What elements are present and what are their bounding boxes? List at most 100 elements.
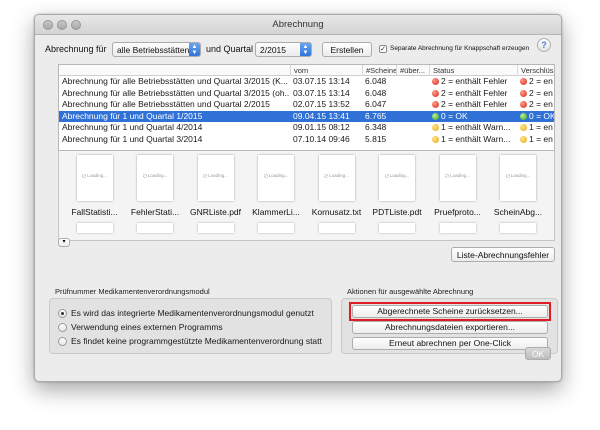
cell-verschluesselung: 1 = en <box>517 122 554 134</box>
cell-scheine: 6.048 <box>362 76 396 88</box>
table-row[interactable]: Abrechnung für 1 und Quartal 1/2015 09.04… <box>59 110 554 123</box>
radio-keine[interactable]: Es findet keine programmgestützte Medika… <box>58 336 322 346</box>
table-row[interactable]: Abrechnung für alle Betriebsstätten und … <box>59 88 554 100</box>
separate-checkbox[interactable]: ✓ <box>379 45 387 53</box>
cell-verschluesselung: 2 = en <box>517 88 554 100</box>
column-header-ueber[interactable]: #über... <box>396 65 429 76</box>
file-thumbnail[interactable]: Loading... Pruefproto... <box>430 155 485 233</box>
cell-status: 1 = enthält Warn... <box>429 134 517 146</box>
actions-group-label: Aktionen für ausgewählte Abrechnung <box>347 287 474 296</box>
file-preview-next-row <box>137 223 173 233</box>
cell-vom: 02.07.15 13:52 <box>290 99 362 111</box>
cell-verschluesselung-text: 1 = en <box>529 133 553 144</box>
table-header: vom #Scheine #über... Status Verschlüs <box>59 65 554 76</box>
popup-arrows-icon: ▲ ▼ <box>189 43 200 56</box>
cell-verschluesselung-text: 2 = en <box>529 76 553 86</box>
cell-scheine-text: 6.048 <box>365 87 387 98</box>
cell-status: 2 = enthält Fehler <box>429 76 517 88</box>
cell-vom: 03.07.15 13:14 <box>290 88 362 100</box>
cell-name: Abrechnung für 1 und Quartal 3/2014 <box>59 134 290 146</box>
file-name: Pruefproto... <box>434 207 481 217</box>
ok-button[interactable]: OK <box>525 347 551 360</box>
table-row[interactable]: Abrechnung für 1 und Quartal 3/2014 07.10… <box>59 134 554 146</box>
status-yellow-icon <box>432 135 439 143</box>
cell-status-text: 1 = enthält Warn... <box>441 122 511 132</box>
file-thumbnail[interactable]: Loading... Kornusatz.txt <box>309 155 364 233</box>
cell-status: 0 = OK <box>429 111 517 123</box>
file-preview: Loading... <box>76 155 113 201</box>
file-preview: Loading... <box>379 155 415 201</box>
cell-vom: 09.04.15 13:41 <box>290 111 362 123</box>
file-preview: Loading... <box>439 155 476 201</box>
file-thumbnail[interactable]: Loading... KlammerLi... <box>249 155 304 233</box>
file-thumbnail[interactable]: Loading... GNRListe.pdf <box>188 155 243 233</box>
cell-verschluesselung: 1 = en <box>517 133 554 146</box>
cell-name-text: Abrechnung für alle Betriebsstätten und … <box>62 99 270 109</box>
help-button[interactable]: ? <box>537 38 551 52</box>
cell-verschluesselung: 2 = en <box>517 99 554 111</box>
column-header-name[interactable] <box>59 65 290 76</box>
title-bar: Abrechnung <box>35 15 561 35</box>
status-red-icon <box>520 78 527 85</box>
cell-status-text: 1 = enthält Warn... <box>441 133 511 144</box>
erstellen-button[interactable]: Erstellen <box>322 42 372 57</box>
table-row[interactable]: Abrechnung für 1 und Quartal 4/2014 09.01… <box>59 122 554 134</box>
cell-vom-text: 09.01.15 08:12 <box>293 122 350 132</box>
radio-integriert-label: Es wird das integrierte Medikamentenvero… <box>71 308 314 318</box>
one-click-button[interactable]: Erneut abrechnen per One-Click <box>352 337 548 350</box>
cell-name: Abrechnung für alle Betriebsstätten und … <box>59 99 290 111</box>
collapse-button[interactable]: ▾ <box>58 238 70 247</box>
table-row[interactable]: Abrechnung für alle Betriebsstätten und … <box>59 76 554 88</box>
radio-integriert[interactable]: Es wird das integrierte Medikamentenvero… <box>58 308 314 318</box>
file-name: KlammerLi... <box>252 207 300 217</box>
column-header-status[interactable]: Status <box>429 65 517 76</box>
quarter-popup[interactable]: 2/2015 ▲ ▼ <box>255 42 312 57</box>
liste-abrechnungsfehler-button[interactable]: Liste-Abrechnungsfehler <box>451 247 555 262</box>
label-und-quartal: und Quartal <box>206 44 254 54</box>
window-title: Abrechnung <box>272 19 324 30</box>
file-preview: Loading... <box>197 155 234 201</box>
table-row[interactable]: Abrechnung für alle Betriebsstätten und … <box>59 99 554 111</box>
column-header-verschluesselung[interactable]: Verschlüs <box>517 65 554 76</box>
loading-spinner-icon <box>445 174 450 178</box>
cell-scheine: 6.348 <box>362 122 396 134</box>
cell-scheine: 6.047 <box>362 99 396 111</box>
cell-scheine: 6.765 <box>362 111 396 123</box>
file-thumbnail[interactable]: Loading... FehlerStati... <box>128 155 183 233</box>
loading-text: Loading... <box>208 173 228 178</box>
cell-verschluesselung: 2 = en <box>517 76 554 88</box>
column-header-vom[interactable]: vom <box>290 65 362 76</box>
file-preview-next-row <box>318 223 355 233</box>
loading-text: Loading... <box>147 173 168 178</box>
file-thumbnail[interactable]: Loading... FallStatisti... <box>67 155 122 233</box>
cell-status-text: 2 = enthält Fehler <box>441 76 508 86</box>
radio-button-icon[interactable] <box>58 309 67 318</box>
cell-scheine-text: 6.047 <box>365 99 387 109</box>
cell-name-text: Abrechnung für 1 und Quartal 4/2014 <box>62 122 203 132</box>
file-name: FehlerStati... <box>130 207 180 217</box>
radio-keine-label: Es findet keine programmgestützte Medika… <box>71 336 322 346</box>
status-yellow-icon <box>432 124 439 131</box>
cell-status-text: 0 = OK <box>441 110 468 121</box>
separate-checkbox-label: Separate Abrechnung für Knappschaft erze… <box>390 45 530 52</box>
file-thumbnail[interactable]: Loading... ScheinAbg... <box>491 155 546 233</box>
status-red-icon <box>520 89 527 97</box>
scope-popup[interactable]: alle Betriebsstätten ▲ ▼ <box>112 42 201 57</box>
column-header-scheine[interactable]: #Scheine <box>362 65 396 76</box>
file-preview-next-row <box>76 223 113 233</box>
scope-popup-value: alle Betriebsstätten <box>117 45 190 55</box>
radio-button-icon[interactable] <box>58 323 67 332</box>
radio-button-icon[interactable] <box>58 337 67 346</box>
radio-extern[interactable]: Verwendung eines externen Programms <box>58 322 223 332</box>
dateien-exportieren-button[interactable]: Abrechnungsdateien exportieren... <box>352 321 548 334</box>
loading-text: Loading... <box>87 173 107 178</box>
status-red-icon <box>432 89 439 97</box>
abrechnung-window: Abrechnung Abrechnung für alle Betriebss… <box>34 14 562 382</box>
loading-spinner-icon <box>263 174 268 178</box>
loading-spinner-icon <box>384 174 389 178</box>
file-preview-next-row <box>439 223 476 233</box>
actions-group: Abgerechnete Scheine zurücksetzen... Abr… <box>341 298 558 354</box>
file-thumbnail[interactable]: Loading... PDTListe.pdt <box>370 155 425 233</box>
cell-scheine-text: 6.765 <box>365 110 387 121</box>
file-name: Kornusatz.txt <box>311 207 362 217</box>
